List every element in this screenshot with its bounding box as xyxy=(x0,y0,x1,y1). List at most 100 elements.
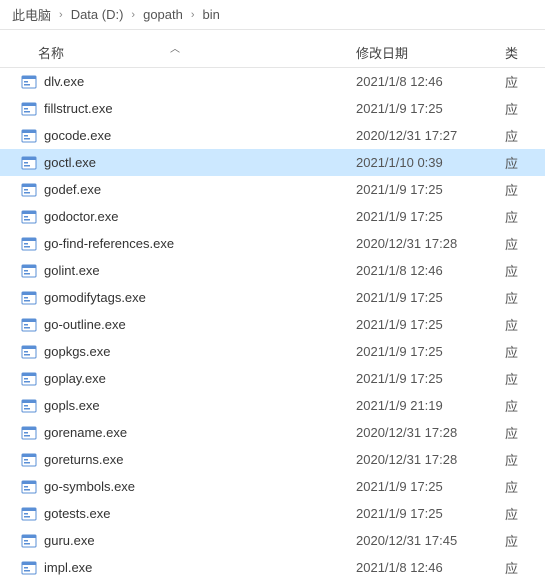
file-date: 2021/1/10 0:39 xyxy=(340,155,505,170)
file-type: 应 xyxy=(505,288,545,307)
file-type: 应 xyxy=(505,558,545,577)
file-date: 2020/12/31 17:28 xyxy=(340,425,505,440)
file-type: 应 xyxy=(505,396,545,415)
exe-file-icon xyxy=(0,533,38,549)
file-date: 2021/1/9 17:25 xyxy=(340,371,505,386)
file-date: 2021/1/9 17:25 xyxy=(340,290,505,305)
breadcrumb-item[interactable]: 此电脑 xyxy=(8,5,55,24)
file-row[interactable]: golint.exe2021/1/8 12:46应 xyxy=(0,257,545,284)
file-name: gopls.exe xyxy=(38,398,340,413)
file-type: 应 xyxy=(505,531,545,550)
file-row[interactable]: fillstruct.exe2021/1/9 17:25应 xyxy=(0,95,545,122)
breadcrumb[interactable]: 此电脑›Data (D:)›gopath›bin xyxy=(0,0,545,30)
file-date: 2021/1/8 12:46 xyxy=(340,560,505,575)
file-row[interactable]: go-outline.exe2021/1/9 17:25应 xyxy=(0,311,545,338)
file-row[interactable]: godef.exe2021/1/9 17:25应 xyxy=(0,176,545,203)
file-row[interactable]: godoctor.exe2021/1/9 17:25应 xyxy=(0,203,545,230)
file-date: 2021/1/9 17:25 xyxy=(340,209,505,224)
file-name: guru.exe xyxy=(38,533,340,548)
file-name: gopkgs.exe xyxy=(38,344,340,359)
file-name: go-outline.exe xyxy=(38,317,340,332)
file-type: 应 xyxy=(505,504,545,523)
file-name: gomodifytags.exe xyxy=(38,290,340,305)
exe-file-icon xyxy=(0,101,38,117)
exe-file-icon xyxy=(0,344,38,360)
exe-file-icon xyxy=(0,560,38,576)
file-row[interactable]: goctl.exe2021/1/10 0:39应 xyxy=(0,149,545,176)
file-date: 2021/1/9 17:25 xyxy=(340,479,505,494)
file-name: godoctor.exe xyxy=(38,209,340,224)
file-row[interactable]: gopls.exe2021/1/9 21:19应 xyxy=(0,392,545,419)
file-name: gotests.exe xyxy=(38,506,340,521)
exe-file-icon xyxy=(0,74,38,90)
file-name: golint.exe xyxy=(38,263,340,278)
file-date: 2020/12/31 17:28 xyxy=(340,236,505,251)
file-name: impl.exe xyxy=(38,560,340,575)
file-date: 2021/1/9 17:25 xyxy=(340,101,505,116)
exe-file-icon xyxy=(0,398,38,414)
chevron-right-icon: › xyxy=(55,9,67,21)
exe-file-icon xyxy=(0,236,38,252)
file-name: dlv.exe xyxy=(38,74,340,89)
file-type: 应 xyxy=(505,234,545,253)
file-date: 2021/1/9 17:25 xyxy=(340,317,505,332)
file-row[interactable]: go-find-references.exe2020/12/31 17:28应 xyxy=(0,230,545,257)
exe-file-icon xyxy=(0,371,38,387)
file-name: fillstruct.exe xyxy=(38,101,340,116)
chevron-right-icon: › xyxy=(127,9,139,21)
file-row[interactable]: go-symbols.exe2021/1/9 17:25应 xyxy=(0,473,545,500)
file-date: 2020/12/31 17:27 xyxy=(340,128,505,143)
file-date: 2021/1/8 12:46 xyxy=(340,74,505,89)
breadcrumb-item[interactable]: gopath xyxy=(139,7,187,22)
file-list: dlv.exe2021/1/8 12:46应fillstruct.exe2021… xyxy=(0,68,545,581)
file-type: 应 xyxy=(505,423,545,442)
exe-file-icon xyxy=(0,290,38,306)
file-name: go-find-references.exe xyxy=(38,236,340,251)
file-type: 应 xyxy=(505,180,545,199)
column-headers: ︿ 名称 修改日期 类 xyxy=(0,38,545,68)
file-date: 2020/12/31 17:45 xyxy=(340,533,505,548)
file-type: 应 xyxy=(505,126,545,145)
file-type: 应 xyxy=(505,207,545,226)
file-type: 应 xyxy=(505,72,545,91)
file-date: 2021/1/9 21:19 xyxy=(340,398,505,413)
file-type: 应 xyxy=(505,369,545,388)
header-date[interactable]: 修改日期 xyxy=(340,43,505,62)
file-row[interactable]: gorename.exe2020/12/31 17:28应 xyxy=(0,419,545,446)
exe-file-icon xyxy=(0,506,38,522)
file-row[interactable]: impl.exe2021/1/8 12:46应 xyxy=(0,554,545,581)
header-type[interactable]: 类 xyxy=(505,43,545,62)
breadcrumb-item[interactable]: Data (D:) xyxy=(67,7,128,22)
file-name: go-symbols.exe xyxy=(38,479,340,494)
file-name: gocode.exe xyxy=(38,128,340,143)
file-row[interactable]: goplay.exe2021/1/9 17:25应 xyxy=(0,365,545,392)
file-row[interactable]: gomodifytags.exe2021/1/9 17:25应 xyxy=(0,284,545,311)
file-type: 应 xyxy=(505,261,545,280)
file-type: 应 xyxy=(505,342,545,361)
exe-file-icon xyxy=(0,209,38,225)
file-date: 2021/1/9 17:25 xyxy=(340,344,505,359)
exe-file-icon xyxy=(0,425,38,441)
file-type: 应 xyxy=(505,153,545,172)
chevron-right-icon: › xyxy=(187,9,199,21)
file-name: gorename.exe xyxy=(38,425,340,440)
sort-indicator-icon: ︿ xyxy=(170,40,180,55)
exe-file-icon xyxy=(0,452,38,468)
file-type: 应 xyxy=(505,315,545,334)
file-row[interactable]: gocode.exe2020/12/31 17:27应 xyxy=(0,122,545,149)
file-date: 2021/1/8 12:46 xyxy=(340,263,505,278)
file-row[interactable]: goreturns.exe2020/12/31 17:28应 xyxy=(0,446,545,473)
breadcrumb-item[interactable]: bin xyxy=(199,7,224,22)
exe-file-icon xyxy=(0,479,38,495)
exe-file-icon xyxy=(0,182,38,198)
file-row[interactable]: gotests.exe2021/1/9 17:25应 xyxy=(0,500,545,527)
file-name: goreturns.exe xyxy=(38,452,340,467)
file-name: goplay.exe xyxy=(38,371,340,386)
file-row[interactable]: dlv.exe2021/1/8 12:46应 xyxy=(0,68,545,95)
file-name: godef.exe xyxy=(38,182,340,197)
file-row[interactable]: guru.exe2020/12/31 17:45应 xyxy=(0,527,545,554)
file-type: 应 xyxy=(505,477,545,496)
file-row[interactable]: gopkgs.exe2021/1/9 17:25应 xyxy=(0,338,545,365)
file-date: 2021/1/9 17:25 xyxy=(340,506,505,521)
exe-file-icon xyxy=(0,317,38,333)
